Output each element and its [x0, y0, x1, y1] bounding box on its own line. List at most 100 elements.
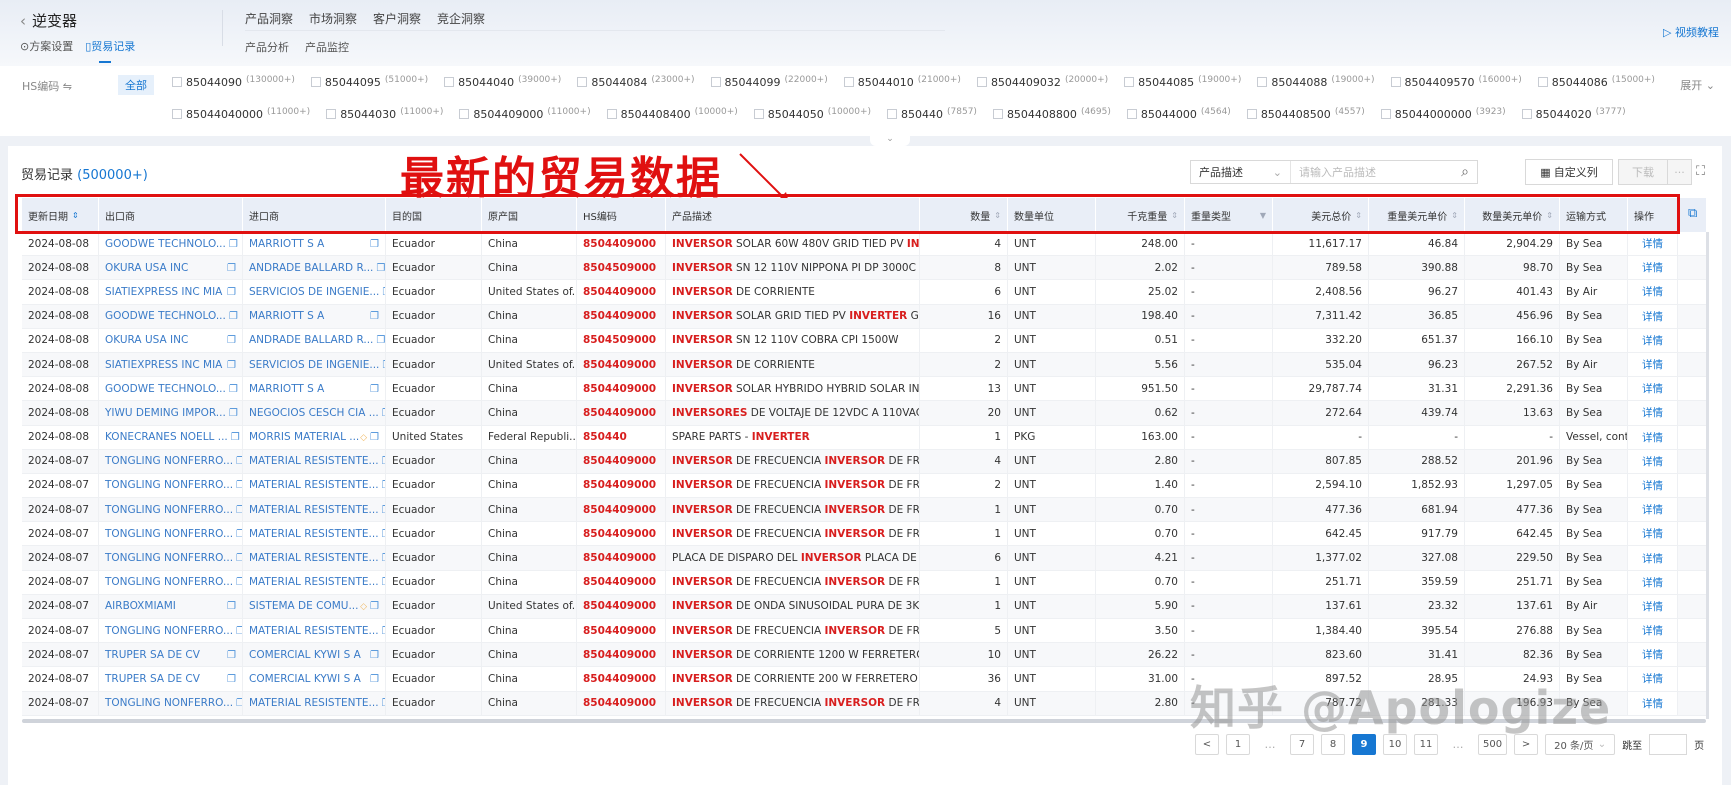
- filter-icon[interactable]: ▼: [1260, 211, 1266, 220]
- checkbox[interactable]: [753, 109, 764, 119]
- exporter-link[interactable]: GOODWE TECHNOLO... ❐: [99, 304, 243, 328]
- detail-link[interactable]: 详情: [1628, 546, 1678, 570]
- checkbox[interactable]: [1246, 109, 1257, 119]
- sort-icon[interactable]: ⇕: [1171, 211, 1178, 220]
- copy-icon[interactable]: ❐: [229, 408, 238, 419]
- column-header[interactable]: 数量 ⇕: [920, 198, 1008, 232]
- checkbox[interactable]: [1390, 77, 1401, 87]
- importer-link[interactable]: MARRIOTT S A ❐: [243, 304, 386, 328]
- copy-icon[interactable]: ❐: [370, 384, 379, 395]
- copy-icon[interactable]: ❐: [236, 626, 242, 637]
- copy-icon[interactable]: ❐: [236, 456, 242, 467]
- exporter-link[interactable]: YIWU DEMING IMPOR... ❐: [99, 401, 243, 425]
- copy-icon[interactable]: ❐: [376, 335, 385, 346]
- checkbox[interactable]: [1380, 109, 1391, 119]
- detail-link[interactable]: 详情: [1628, 304, 1678, 328]
- exporter-link[interactable]: TRUPER SA DE CV ❐: [99, 643, 243, 667]
- nav-product-monitor[interactable]: 产品监控: [305, 39, 349, 55]
- exporter-link[interactable]: OKURA USA INC ❐: [99, 256, 243, 280]
- importer-link[interactable]: SISTEMA DE COMU... ◇ ❐: [243, 594, 386, 618]
- exporter-link[interactable]: SIATIEXPRESS INC MIA ❐: [99, 280, 243, 304]
- detail-link[interactable]: 详情: [1628, 328, 1678, 352]
- tag-icon[interactable]: ◇: [360, 602, 367, 612]
- copy-icon[interactable]: ❐: [227, 650, 236, 661]
- page-9-button[interactable]: 9: [1352, 734, 1376, 755]
- pagination-ellipsis[interactable]: …: [1257, 738, 1283, 751]
- hs-code-checkbox[interactable]: 85044084 (23000+): [577, 74, 695, 90]
- checkbox[interactable]: [710, 77, 721, 87]
- next-page-button[interactable]: >: [1514, 734, 1539, 755]
- importer-link[interactable]: ANDRADE BALLARD R... ❐: [243, 328, 386, 352]
- copy-icon[interactable]: ❐: [370, 311, 379, 322]
- copy-icon[interactable]: ❐: [227, 360, 236, 371]
- sort-icon[interactable]: ⇕: [1546, 211, 1553, 220]
- column-header[interactable]: 数量美元单价 ⇕: [1465, 198, 1560, 232]
- importer-link[interactable]: MATERIAL RESISTENTE...❐: [243, 522, 386, 546]
- checkbox[interactable]: [326, 109, 337, 119]
- hs-code-checkbox[interactable]: 8504408800 (4695): [992, 106, 1111, 122]
- search-field-select[interactable]: 产品描述 ⌄: [1191, 161, 1291, 183]
- detail-link[interactable]: 详情: [1628, 473, 1678, 498]
- checkbox[interactable]: [172, 77, 182, 87]
- hs-code-checkbox[interactable]: 8504409570 (16000+): [1390, 74, 1522, 90]
- hs-code-checkbox[interactable]: 85044050 (10000+): [753, 106, 871, 122]
- copy-icon[interactable]: ❐: [227, 601, 236, 612]
- sort-icon[interactable]: ⇕: [1451, 211, 1458, 220]
- detail-link[interactable]: 详情: [1628, 280, 1678, 304]
- hs-code-checkbox[interactable]: 85044010 (21000+): [843, 74, 961, 90]
- detail-link[interactable]: 详情: [1628, 425, 1678, 449]
- copy-icon[interactable]: ❐: [227, 674, 236, 685]
- importer-link[interactable]: MATERIAL RESISTENTE...❐: [243, 473, 386, 498]
- detail-link[interactable]: 详情: [1628, 449, 1678, 473]
- checkbox[interactable]: [606, 109, 617, 119]
- detail-link[interactable]: 详情: [1628, 232, 1678, 256]
- hs-code-checkbox[interactable]: 8504409000 (11000+): [459, 106, 591, 122]
- exporter-link[interactable]: TRUPER SA DE CV ❐: [99, 667, 243, 691]
- detail-link[interactable]: 详情: [1628, 498, 1678, 522]
- importer-link[interactable]: MATERIAL RESISTENTE...❐: [243, 449, 386, 473]
- exporter-link[interactable]: TONGLING NONFERRO...❐: [99, 570, 243, 594]
- copy-icon[interactable]: ❐: [376, 263, 385, 274]
- exporter-link[interactable]: KONECRANES NOELL ... ❐: [99, 425, 243, 449]
- page-1-button[interactable]: 1: [1226, 734, 1250, 755]
- copy-icon[interactable]: ❐: [229, 239, 238, 250]
- column-settings-icon[interactable]: ⧉: [1688, 206, 1697, 221]
- sort-icon[interactable]: ⇕: [994, 211, 1001, 220]
- tab-plan-settings[interactable]: ⊙方案设置: [20, 38, 73, 54]
- sort-icon[interactable]: ⇕: [1355, 211, 1362, 220]
- copy-icon[interactable]: ❐: [229, 384, 238, 395]
- importer-link[interactable]: MARRIOTT S A ❐: [243, 377, 386, 401]
- importer-link[interactable]: MATERIAL RESISTENTE...❐: [243, 570, 386, 594]
- column-header[interactable]: 重量美元单价 ⇕: [1369, 198, 1465, 232]
- detail-link[interactable]: 详情: [1628, 570, 1678, 594]
- detail-link[interactable]: 详情: [1628, 377, 1678, 401]
- detail-link[interactable]: 详情: [1628, 643, 1678, 667]
- importer-link[interactable]: COMERCIAL KYWI S A ❐: [243, 667, 386, 691]
- checkbox[interactable]: [887, 109, 897, 119]
- nav-competitor-insight[interactable]: 竞企洞察: [437, 10, 485, 27]
- all-codes-chip[interactable]: 全部: [118, 75, 154, 95]
- expand-button[interactable]: 展开 ⌄: [1680, 77, 1715, 93]
- exporter-link[interactable]: TONGLING NONFERRO...❐: [99, 498, 243, 522]
- importer-link[interactable]: MATERIAL RESISTENTE...❐: [243, 619, 386, 643]
- hs-code-checkbox[interactable]: 85044020 (3777): [1521, 106, 1626, 122]
- column-header[interactable]: 千克重量 ⇕: [1096, 198, 1185, 232]
- checkbox[interactable]: [1126, 109, 1137, 119]
- column-header[interactable]: 重量类型 ▼: [1185, 198, 1273, 232]
- checkbox[interactable]: [1537, 77, 1548, 87]
- copy-icon[interactable]: ❐: [370, 239, 379, 250]
- copy-icon[interactable]: ❐: [236, 480, 242, 491]
- hs-code-checkbox[interactable]: 8504409032 (20000+): [976, 74, 1108, 90]
- exporter-link[interactable]: TONGLING NONFERRO...❐: [99, 449, 243, 473]
- importer-link[interactable]: SERVICIOS DE INGENIE...❐: [243, 280, 386, 304]
- copy-icon[interactable]: ❐: [370, 432, 379, 443]
- vertical-scrollbar[interactable]: [1706, 232, 1709, 719]
- exporter-link[interactable]: TONGLING NONFERRO...❐: [99, 619, 243, 643]
- importer-link[interactable]: ANDRADE BALLARD R... ❐: [243, 256, 386, 280]
- detail-link[interactable]: 详情: [1628, 619, 1678, 643]
- exporter-link[interactable]: TONGLING NONFERRO...❐: [99, 522, 243, 546]
- checkbox[interactable]: [172, 109, 182, 119]
- search-icon[interactable]: ⌕: [1453, 164, 1477, 180]
- page-11-button[interactable]: 11: [1414, 734, 1438, 755]
- video-tutorial-link[interactable]: ▷ 视频教程: [1663, 24, 1719, 40]
